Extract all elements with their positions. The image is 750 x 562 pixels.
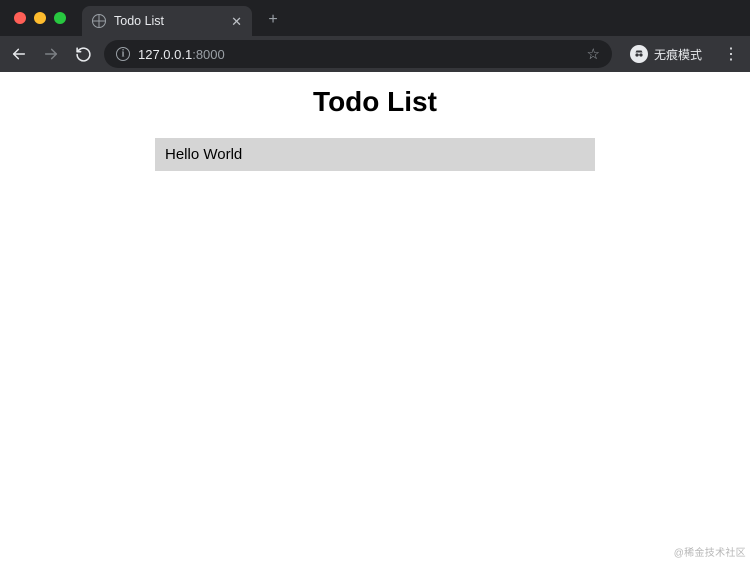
watermark-text: @稀金技术社区 <box>674 544 746 559</box>
new-tab-button[interactable]: + <box>260 7 286 33</box>
window-controls <box>8 12 82 24</box>
url-text: 127.0.0.1:8000 <box>138 47 225 62</box>
toolbar: 127.0.0.1:8000 ☆ 无痕模式 ⋮ <box>0 36 750 72</box>
kebab-icon: ⋮ <box>723 46 739 63</box>
page-title: Todo List <box>0 86 750 118</box>
minimize-window-button[interactable] <box>34 12 46 24</box>
address-bar[interactable]: 127.0.0.1:8000 ☆ <box>104 40 612 68</box>
forward-button[interactable] <box>40 43 62 65</box>
arrow-left-icon <box>11 46 27 62</box>
tab-title: Todo List <box>114 14 164 28</box>
back-button[interactable] <box>8 43 30 65</box>
incognito-chip[interactable]: 无痕模式 <box>622 42 710 66</box>
browser-chrome: Todo List ✕ + 127.0.0.1:8000 ☆ 无痕模式 ⋮ <box>0 0 750 72</box>
close-window-button[interactable] <box>14 12 26 24</box>
todo-item[interactable]: Hello World <box>155 138 595 171</box>
page-content: Todo List Hello World <box>0 72 750 171</box>
incognito-label: 无痕模式 <box>654 46 702 63</box>
arrow-right-icon <box>43 46 59 62</box>
incognito-icon <box>630 45 648 63</box>
close-tab-icon[interactable]: ✕ <box>231 15 242 28</box>
titlebar: Todo List ✕ + <box>0 0 750 36</box>
bookmark-star-icon[interactable]: ☆ <box>587 45 600 63</box>
globe-icon <box>92 14 106 28</box>
maximize-window-button[interactable] <box>54 12 66 24</box>
browser-tab[interactable]: Todo List ✕ <box>82 6 252 36</box>
reload-icon <box>75 46 92 63</box>
menu-button[interactable]: ⋮ <box>720 44 742 64</box>
reload-button[interactable] <box>72 43 94 65</box>
site-info-icon[interactable] <box>116 47 130 61</box>
